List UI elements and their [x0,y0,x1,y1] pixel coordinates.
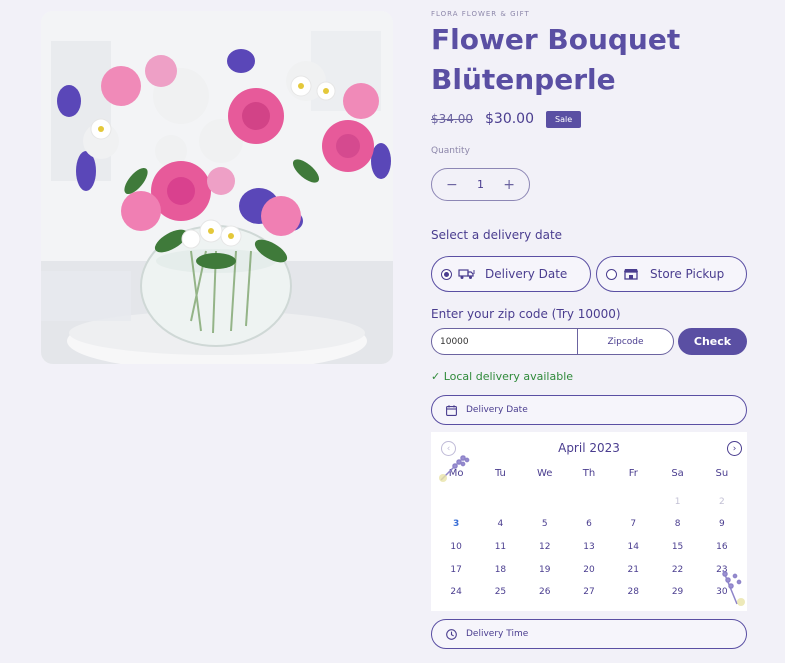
product-title: Flower Bouquet Blütenperle [431,23,681,96]
delivery-method-label: Select a delivery date [431,228,563,242]
weekday-header: Su [715,468,729,479]
zip-code-suffix: Zipcode [607,336,644,347]
zip-code-label: Enter your zip code (Try 10000) [431,307,621,321]
calendar-day[interactable]: 25 [478,581,522,604]
calendar-day[interactable]: 27 [567,581,611,604]
calendar-day[interactable]: 23 [700,558,744,581]
calendar-day[interactable]: 11 [478,536,522,559]
calendar-day: 1 [674,496,681,507]
calendar-day[interactable]: 12 [523,536,567,559]
calendar-empty-cell [523,491,567,514]
calendar-empty-cell [478,491,522,514]
delivery-date-placeholder: Delivery Date [466,405,528,415]
next-month-button[interactable]: › [727,441,742,456]
calendar-empty-cell [611,491,655,514]
weekday-header: Fr [628,468,638,479]
delivery-date-option[interactable]: Delivery Date [431,256,591,292]
quantity-stepper: − 1 + [431,168,530,201]
bouquet-illustration [41,11,393,364]
weekday-header: Th [582,468,596,479]
weekday-header: Mo [448,468,464,479]
calendar-day[interactable]: 20 [567,558,611,581]
delivery-time-placeholder: Delivery Time [466,629,529,639]
calendar-day[interactable]: 22 [655,558,699,581]
calendar-day[interactable]: 16 [700,536,744,559]
sale-badge: Sale [546,110,582,128]
store-pickup-option-label: Store Pickup [650,267,725,281]
calendar-empty-cell [434,491,478,514]
calendar-day: 2 [718,496,725,507]
calendar-empty-cell [567,491,611,514]
calendar-month-title: April 2023 [558,441,620,455]
calendar-day[interactable]: 5 [523,513,567,536]
weekday-header: Sa [671,468,684,479]
delivery-date-radio[interactable] [441,268,452,280]
product-image [41,11,393,364]
compare-at-price: $34.00 [431,112,473,126]
date-picker-calendar: ‹ April 2023 › Mo Tu We Th Fr Sa Su 1 2 3 4 5 6 7 8 9 10… [431,432,747,611]
calendar-day[interactable]: 26 [523,581,567,604]
delivery-time-field[interactable]: Delivery Time [431,619,747,649]
calendar-day[interactable]: 10 [434,536,478,559]
store-icon [623,268,641,280]
calendar-day[interactable]: 28 [611,581,655,604]
delivery-date-option-label: Delivery Date [485,267,568,281]
calendar-day[interactable]: 15 [655,536,699,559]
price-row: $34.00 $30.00 Sale [431,110,582,128]
calendar-day[interactable]: 18 [478,558,522,581]
calendar-day[interactable]: 6 [567,513,611,536]
calendar-icon [446,404,457,416]
zip-code-input[interactable] [432,329,578,354]
weekday-header: Tu [494,468,506,479]
calendar-day[interactable]: 17 [434,558,478,581]
calendar-day[interactable]: 30 [700,581,744,604]
delivery-date-field[interactable]: Delivery Date [431,395,747,425]
clock-icon [446,628,457,640]
quantity-increase-button[interactable]: + [503,178,515,192]
calendar-day[interactable]: 29 [655,581,699,604]
calendar-day[interactable]: 24 [434,581,478,604]
calendar-day[interactable]: 8 [655,513,699,536]
store-pickup-radio[interactable] [606,268,617,280]
store-pickup-option[interactable]: Store Pickup [596,256,747,292]
quantity-decrease-button[interactable]: − [446,178,458,192]
truck-icon [458,268,476,280]
calendar-day[interactable]: 3 [434,513,478,536]
quantity-value[interactable]: 1 [477,178,484,191]
check-zip-button[interactable]: Check [678,328,747,355]
calendar-day[interactable]: 14 [611,536,655,559]
calendar-day[interactable]: 13 [567,536,611,559]
zip-code-group: Zipcode [431,328,674,355]
calendar-day[interactable]: 19 [523,558,567,581]
quantity-label: Quantity [431,146,470,156]
calendar-day[interactable]: 9 [700,513,744,536]
calendar-day[interactable]: 21 [611,558,655,581]
calendar-day[interactable]: 4 [478,513,522,536]
calendar-grid: Mo Tu We Th Fr Sa Su 1 2 3 4 5 6 7 8 9 10 11 12 13 14 15 16 17 1… [434,468,744,604]
sale-price: $30.00 [485,111,534,127]
vendor-name: FLORA FLOWER & GIFT [431,10,530,18]
delivery-availability-status: ✓ Local delivery available [431,370,574,383]
calendar-day[interactable]: 7 [611,513,655,536]
weekday-header: We [536,468,553,479]
